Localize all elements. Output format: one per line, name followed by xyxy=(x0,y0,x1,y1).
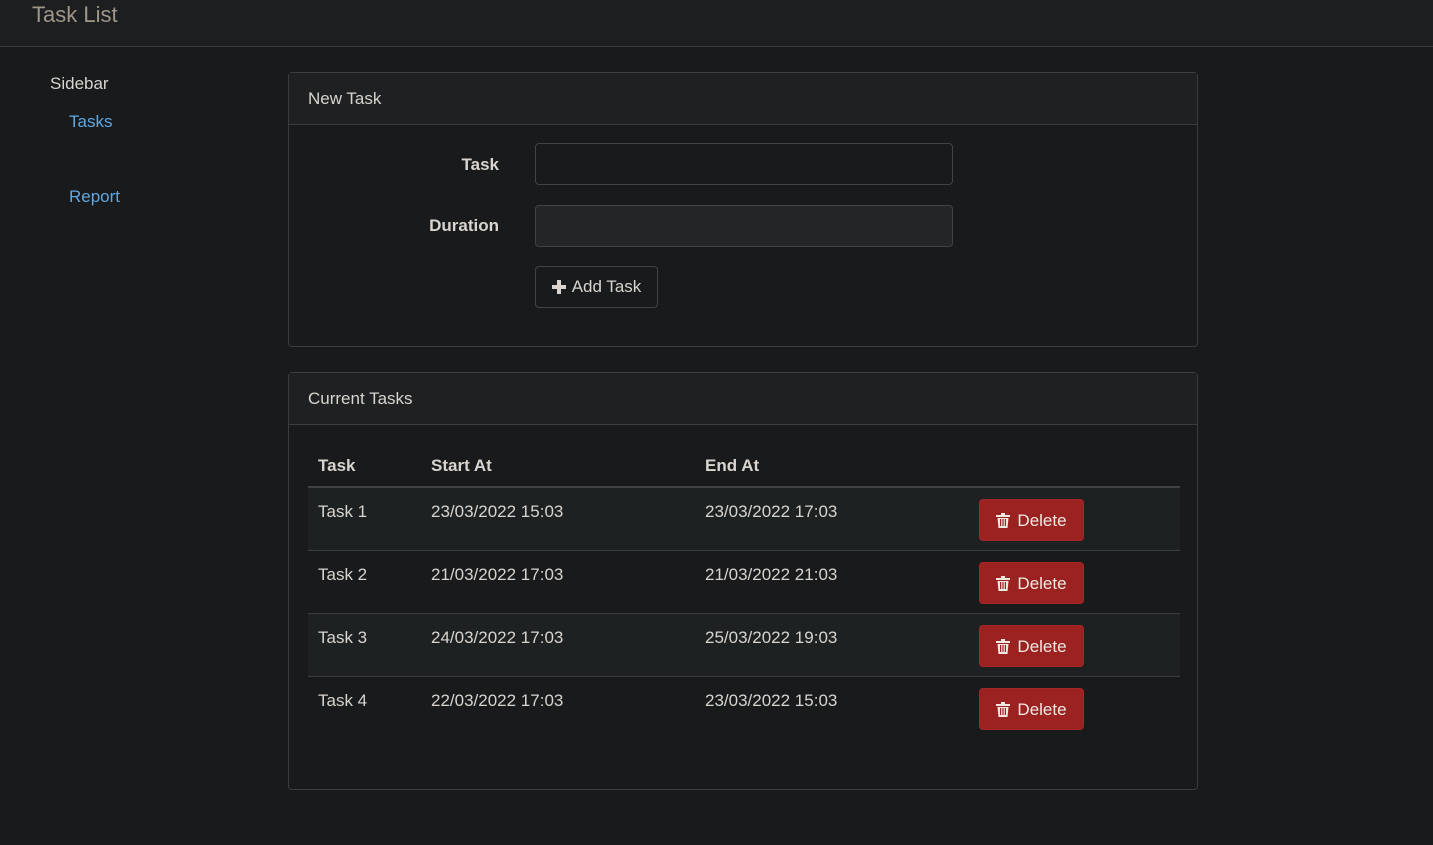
add-task-button[interactable]: Add Task xyxy=(535,266,658,308)
delete-button[interactable]: Delete xyxy=(979,561,1084,604)
trash-icon xyxy=(996,701,1011,717)
delete-button[interactable]: Delete xyxy=(979,624,1084,667)
task-input[interactable] xyxy=(535,143,953,185)
trash-icon xyxy=(996,513,1011,528)
task-name-cell: Task 1 xyxy=(308,487,421,551)
start-at-cell: 22/03/2022 17:03 xyxy=(431,690,564,710)
delete-button-label: Delete xyxy=(1017,699,1067,719)
table-row: Task 2 21/03/2022 17:03 21/03/2022 21:03… xyxy=(308,550,1180,614)
task-name-cell: Task 2 xyxy=(308,550,421,614)
delete-button-label: Delete xyxy=(1017,636,1067,656)
table-header-row: Task Start At End At xyxy=(308,446,1180,488)
table-row: Task 1 23/03/2022 15:03 23/03/2022 17:03… xyxy=(308,487,1180,551)
duration-input[interactable] xyxy=(535,205,953,247)
delete-button-label: Delete xyxy=(1017,511,1067,530)
end-at-cell: 21/03/2022 21:03 xyxy=(695,550,969,614)
sidebar-item-report[interactable]: Report xyxy=(69,185,120,209)
task-name-cell: Task 4 xyxy=(318,690,368,710)
actions-cell: Delete xyxy=(969,487,1180,551)
column-header-actions xyxy=(969,446,1180,488)
table-row: Task 3 24/03/2022 17:03 25/03/2022 19:03… xyxy=(308,613,1180,677)
sidebar-title: Sidebar xyxy=(50,74,109,93)
end-at-cell: 23/03/2022 17:03 xyxy=(695,487,969,551)
new-task-heading: New Task xyxy=(289,73,1197,125)
app-title[interactable]: Task List xyxy=(32,0,118,30)
task-label: Task xyxy=(461,155,500,174)
sidebar-item-tasks[interactable]: Tasks xyxy=(69,110,112,134)
start-at-cell: 21/03/2022 17:03 xyxy=(421,550,695,614)
start-at-cell: 23/03/2022 15:03 xyxy=(421,487,695,551)
new-task-panel: New Task Task Duration Add Task xyxy=(288,72,1198,347)
current-tasks-heading: Current Tasks xyxy=(289,373,1197,425)
tasks-table: Task Start At End At Task 1 23/03/2022 1… xyxy=(308,446,1180,739)
actions-cell: Delete xyxy=(969,613,1180,677)
column-header-start-at: Start At xyxy=(421,446,695,488)
add-task-label: Add Task xyxy=(571,277,642,296)
column-header-task: Task xyxy=(308,446,421,488)
delete-button-label: Delete xyxy=(1017,573,1067,593)
delete-button[interactable]: Delete xyxy=(979,687,1084,730)
end-at-cell: 23/03/2022 15:03 xyxy=(705,690,838,710)
delete-button[interactable]: Delete xyxy=(979,499,1084,541)
task-name-cell: Task 3 xyxy=(308,613,421,677)
table-row: Task 4 22/03/2022 17:03 23/03/2022 15:03… xyxy=(308,676,1180,739)
start-at-cell: 24/03/2022 17:03 xyxy=(421,613,695,677)
current-tasks-panel: Current Tasks Task Start At End At Task … xyxy=(288,372,1198,790)
end-at-cell: 25/03/2022 19:03 xyxy=(695,613,969,677)
sidebar: Sidebar Tasks Report xyxy=(50,72,250,206)
column-header-end-at: End At xyxy=(695,446,969,488)
top-navbar: Task List xyxy=(0,0,1433,47)
actions-cell: Delete xyxy=(969,550,1180,614)
duration-label: Duration xyxy=(429,216,499,235)
trash-icon xyxy=(996,638,1011,654)
plus-icon xyxy=(551,267,566,308)
actions-cell: Delete xyxy=(969,676,1180,739)
trash-icon xyxy=(996,575,1011,591)
